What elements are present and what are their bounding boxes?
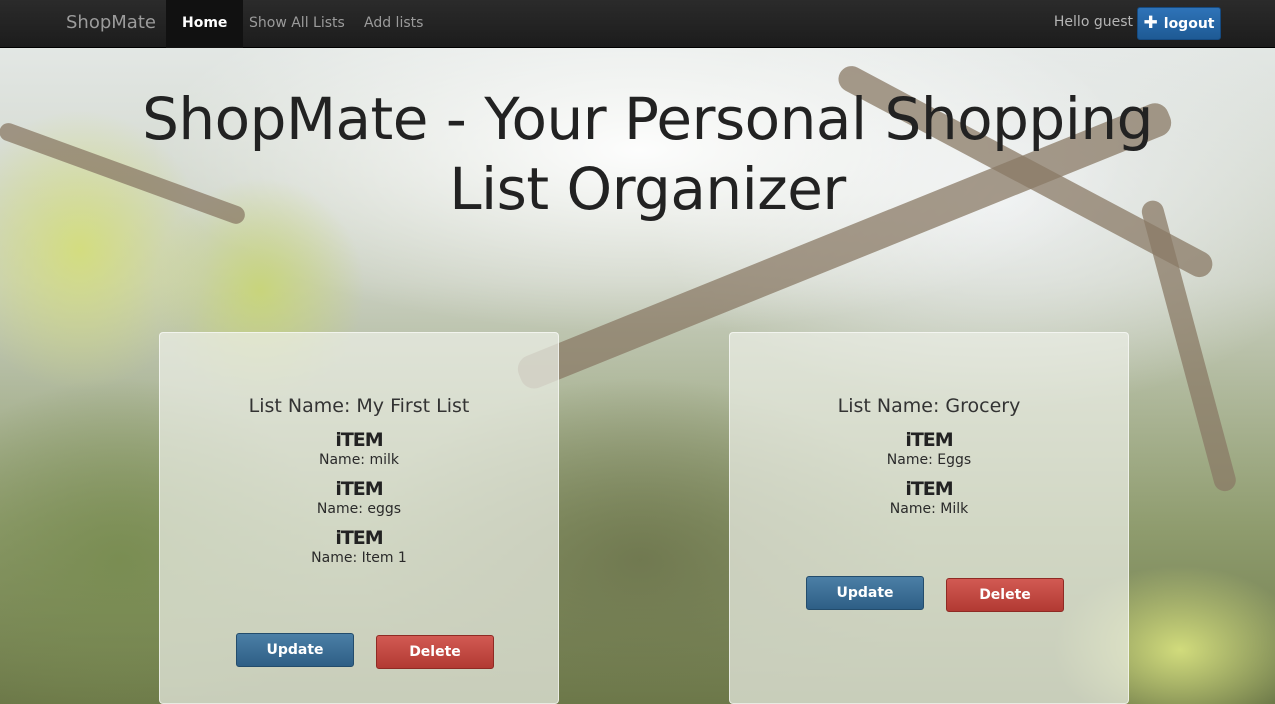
logout-label: logout (1163, 15, 1215, 32)
list-item: iTEM Name: milk (160, 429, 558, 469)
list-name: List Name: My First List (248, 395, 470, 417)
item-tag: iTEM (335, 429, 383, 451)
item-tag: iTEM (905, 478, 953, 500)
item-name: Name: eggs (316, 501, 402, 517)
list-card: List Name: My First List iTEM Name: milk… (159, 332, 559, 704)
list-name: List Name: Grocery (837, 395, 1021, 417)
item-tag: iTEM (905, 429, 953, 451)
nav-add-lists[interactable]: Add lists (348, 0, 439, 48)
item-name: Name: Item 1 (311, 550, 407, 566)
delete-button[interactable]: Delete (376, 635, 494, 669)
item-name: Name: milk (319, 452, 399, 468)
update-button[interactable]: Update (806, 576, 924, 610)
update-button[interactable]: Update (236, 633, 354, 667)
list-item: iTEM Name: Eggs (730, 429, 1128, 469)
logout-button[interactable]: ✚ logout (1137, 7, 1221, 40)
page-title: ShopMate - Your Personal Shopping List O… (60, 84, 1235, 224)
item-tag: iTEM (335, 527, 383, 549)
nav-show-all-lists[interactable]: Show All Lists (233, 0, 361, 48)
plus-icon: ✚ (1143, 13, 1158, 33)
user-greeting: Hello guest (1053, 14, 1133, 30)
page-title-line-1: ShopMate - Your Personal Shopping (142, 85, 1153, 153)
nav-home[interactable]: Home (166, 0, 244, 48)
list-item: iTEM Name: eggs (160, 478, 558, 518)
item-list: iTEM Name: Eggs iTEM Name: Milk (730, 429, 1128, 518)
delete-button[interactable]: Delete (946, 578, 1064, 612)
list-card: List Name: Grocery iTEM Name: Eggs iTEM … (729, 332, 1129, 704)
item-list: iTEM Name: milk iTEM Name: eggs iTEM Nam… (160, 429, 558, 567)
item-name: Name: Eggs (886, 452, 972, 468)
branch-decoration (1139, 198, 1239, 494)
item-name: Name: Milk (889, 501, 969, 517)
top-navbar: ShopMate Home Show All Lists Add lists H… (0, 0, 1275, 48)
brand-logo[interactable]: ShopMate (66, 12, 156, 33)
page-title-line-2: List Organizer (449, 155, 846, 223)
item-tag: iTEM (335, 478, 383, 500)
list-item: iTEM Name: Item 1 (160, 527, 558, 567)
list-item: iTEM Name: Milk (730, 478, 1128, 518)
